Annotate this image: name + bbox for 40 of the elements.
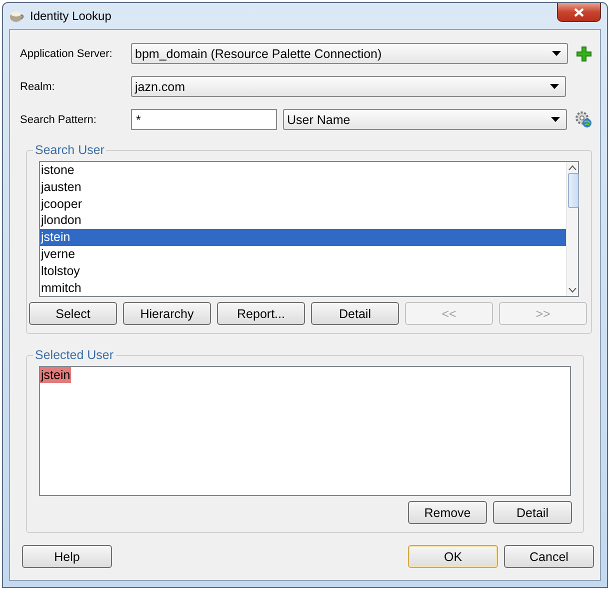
scrollbar[interactable] <box>566 162 578 296</box>
caret-icon[interactable] <box>551 117 560 122</box>
dialog-button[interactable]: OK <box>408 545 498 568</box>
field-label: Realm: <box>20 80 56 92</box>
caret-icon[interactable] <box>550 84 559 89</box>
list-button[interactable]: Report... <box>217 302 305 325</box>
server-dropdown[interactable]: bpm_domain (Resource Palette Connection) <box>131 43 568 64</box>
scroll-down-icon[interactable] <box>568 288 577 293</box>
user-list-item[interactable]: istone <box>40 162 566 179</box>
gear-globe-icon[interactable] <box>575 111 592 128</box>
user-list-item[interactable]: jausten <box>40 178 566 196</box>
user-list-item[interactable]: jlondon <box>40 212 566 230</box>
field-label: Search Pattern: <box>20 114 98 126</box>
list-button[interactable]: Hierarchy <box>123 302 211 325</box>
dialog-button[interactable]: Cancel <box>504 545 594 568</box>
close-button[interactable] <box>557 3 601 22</box>
window-title: Identity Lookup <box>30 9 112 23</box>
list-button[interactable]: Detail <box>493 501 572 524</box>
help-button[interactable]: Help <box>22 545 112 568</box>
cup-icon <box>9 9 25 23</box>
close-icon[interactable] <box>574 8 584 16</box>
list-button[interactable]: Detail <box>311 302 399 325</box>
user-list-item[interactable]: mmitch <box>40 280 566 296</box>
selected-user-item[interactable]: jstein <box>40 367 72 383</box>
user-list-item[interactable]: jcooper <box>40 196 566 212</box>
list-button[interactable]: Select <box>29 302 117 325</box>
list-button[interactable]: Remove <box>408 501 487 524</box>
field-label: Application Server: <box>20 48 114 60</box>
user-list-item[interactable]: jverne <box>40 246 566 263</box>
group-title: Search User <box>34 143 106 157</box>
attribute-dropdown[interactable]: User Name <box>283 109 567 130</box>
plus-icon[interactable] <box>576 46 592 62</box>
search-pattern-field[interactable]: * <box>131 109 277 130</box>
group-title: Selected User <box>34 348 115 362</box>
scroll-up-icon[interactable] <box>568 165 577 170</box>
user-list-item[interactable]: jstein <box>40 229 566 246</box>
realm-dropdown[interactable]: jazn.com <box>131 76 566 97</box>
caret-icon[interactable] <box>552 51 561 56</box>
user-list-item[interactable]: ltolstoy <box>40 262 566 280</box>
scroll-thumb[interactable] <box>568 172 579 208</box>
